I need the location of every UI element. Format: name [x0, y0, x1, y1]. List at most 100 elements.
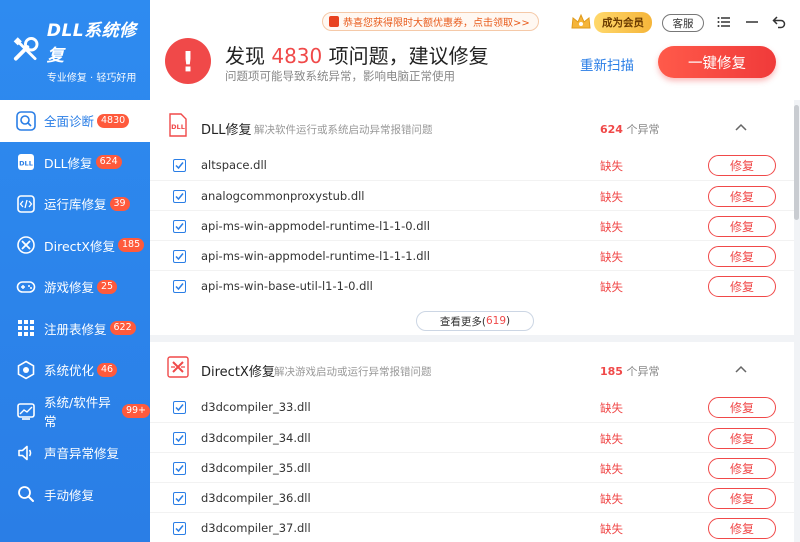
rescan-link[interactable]: 重新扫描 — [580, 54, 634, 74]
sidebar-item-runtime[interactable]: 运行库修复 39 — [0, 183, 150, 225]
search-icon — [16, 484, 36, 504]
minimize-icon[interactable] — [744, 14, 760, 30]
file-name: api-ms-win-appmodel-runtime-l1-1-0.dll — [201, 219, 430, 233]
optimize-icon — [16, 360, 36, 380]
sidebar-item-optimize[interactable]: 系统优化 46 — [0, 349, 150, 391]
section-count: 185 个异常 — [600, 363, 659, 379]
view-more-button[interactable]: 查看更多(619) — [416, 311, 534, 331]
count-badge: 39 — [109, 196, 130, 211]
fix-button[interactable]: 修复 — [708, 397, 776, 418]
list-item: api-ms-win-appmodel-runtime-l1-1-1.dll 缺… — [150, 240, 794, 270]
fix-button[interactable]: 修复 — [708, 518, 776, 539]
fix-button[interactable]: 修复 — [708, 155, 776, 176]
code-icon — [16, 194, 36, 214]
more-wrap: 查看更多(619) — [150, 300, 794, 342]
view-more-close: ) — [506, 315, 511, 327]
sidebar-item-game[interactable]: 游戏修复 25 — [0, 266, 150, 308]
promo-banner[interactable]: 恭喜您获得限时大额优惠券，点击领取>> — [322, 12, 539, 31]
sidebar-item-registry[interactable]: 注册表修复 622 — [0, 308, 150, 350]
sidebar-item-label: 声音异常修复 — [44, 446, 120, 462]
chevron-up-icon[interactable] — [734, 362, 748, 376]
main-content: DLL DLL修复 解决软件运行或系统启动异常报错问题 624 个异常 alts… — [150, 100, 800, 542]
status-text: 缺失 — [600, 401, 623, 415]
list-item: d3dcompiler_34.dll 缺失 修复 — [150, 422, 794, 452]
checkbox[interactable] — [173, 280, 186, 293]
chevron-up-icon[interactable] — [734, 120, 748, 134]
back-icon[interactable] — [771, 14, 787, 30]
chart-icon — [16, 401, 36, 421]
fix-button[interactable]: 修复 — [708, 276, 776, 297]
list-item: d3dcompiler_36.dll 缺失 修复 — [150, 482, 794, 512]
fix-button[interactable]: 修复 — [708, 428, 776, 449]
sidebar-item-full-diagnosis[interactable]: 全面诊断 4830 — [0, 100, 150, 142]
menu-icon[interactable] — [716, 14, 732, 30]
crown-icon — [571, 13, 591, 29]
scan-summary-title: 发现 4830 项问题，建议修复 — [225, 40, 489, 69]
fix-button[interactable]: 修复 — [708, 246, 776, 267]
sidebar-item-label: 运行库修复 — [44, 197, 107, 213]
sidebar-item-system-exception[interactable]: 系统/软件异常 99+ — [0, 391, 150, 433]
sidebar-item-label: 系统/软件异常 — [44, 395, 111, 430]
section-header: DirectX修复 解决游戏启动或运行异常报错问题 185 个异常 — [150, 342, 794, 392]
sidebar-item-label: 系统优化 — [44, 363, 95, 379]
sidebar-item-sound[interactable]: 声音异常修复 — [0, 432, 150, 474]
red-packet-icon — [329, 16, 339, 27]
vip-button[interactable]: 成为会员 — [570, 11, 652, 33]
count-badge: 46 — [97, 362, 118, 377]
checkbox[interactable] — [173, 159, 186, 172]
section-count-number: 624 — [600, 123, 623, 136]
alert-icon: ! — [165, 38, 211, 84]
section-count-number: 185 — [600, 365, 623, 378]
dll-list: altspace.dll 缺失 修复 analogcommonproxystub… — [150, 150, 794, 300]
fix-all-button[interactable]: 一键修复 — [658, 46, 776, 78]
count-badge: 99+ — [121, 404, 150, 419]
section-title: DirectX修复 — [201, 365, 275, 380]
file-name: d3dcompiler_37.dll — [201, 521, 311, 535]
gamepad-icon — [16, 277, 36, 297]
section-desc: 解决游戏启动或运行异常报错问题 — [274, 366, 432, 378]
status-text: 缺失 — [600, 220, 623, 234]
count-badge: 25 — [97, 279, 118, 294]
sidebar-item-dll[interactable]: DLL DLL修复 624 — [0, 142, 150, 184]
count-badge: 4830 — [97, 113, 130, 128]
checkbox[interactable] — [173, 401, 186, 414]
svg-text:DLL: DLL — [19, 160, 33, 168]
checkbox[interactable] — [173, 250, 186, 263]
file-name: d3dcompiler_36.dll — [201, 491, 311, 505]
sidebar-item-label: 全面诊断 — [44, 114, 95, 130]
scan-summary-desc: 问题项可能导致系统异常，影响电脑正常使用 — [225, 69, 455, 83]
checkbox[interactable] — [173, 462, 186, 475]
brand: DLL系统修复 专业修复 · 轻巧好用 — [0, 0, 150, 100]
status-text: 缺失 — [600, 522, 623, 536]
status-text: 缺失 — [600, 250, 623, 264]
fix-button[interactable]: 修复 — [708, 186, 776, 207]
registry-icon — [16, 318, 36, 338]
sidebar-item-directx[interactable]: DirectX修复 185 — [0, 225, 150, 267]
summary-prefix: 发现 — [225, 44, 265, 68]
checkbox[interactable] — [173, 492, 186, 505]
checkbox[interactable] — [173, 220, 186, 233]
dll-icon: DLL — [16, 152, 36, 172]
customer-service-button[interactable]: 客服 — [662, 14, 704, 32]
file-name: d3dcompiler_33.dll — [201, 400, 311, 414]
list-item: analogcommonproxystub.dll 缺失 修复 — [150, 180, 794, 210]
vip-label: 成为会员 — [594, 11, 652, 33]
sidebar: DLL系统修复 专业修复 · 轻巧好用 全面诊断 4830 DLL DLL修复 … — [0, 0, 150, 542]
checkbox[interactable] — [173, 522, 186, 535]
fix-button[interactable]: 修复 — [708, 216, 776, 237]
status-text: 缺失 — [600, 492, 623, 506]
checkbox[interactable] — [173, 432, 186, 445]
header: 恭喜您获得限时大额优惠券，点击领取>> 成为会员 客服 ! 发现 4830 项问… — [150, 0, 800, 100]
checkbox[interactable] — [173, 190, 186, 203]
scrollbar[interactable] — [794, 105, 799, 220]
section-count-unit: 个异常 — [626, 123, 660, 136]
fix-button[interactable]: 修复 — [708, 458, 776, 479]
section-title: DLL修复 — [201, 123, 252, 138]
fix-button[interactable]: 修复 — [708, 488, 776, 509]
count-badge: 622 — [109, 321, 136, 336]
sidebar-item-manual[interactable]: 手动修复 — [0, 474, 150, 516]
dll-file-icon: DLL — [169, 113, 187, 137]
status-text: 缺失 — [600, 159, 623, 173]
directx-file-icon — [167, 356, 189, 378]
list-item: d3dcompiler_35.dll 缺失 修复 — [150, 452, 794, 482]
